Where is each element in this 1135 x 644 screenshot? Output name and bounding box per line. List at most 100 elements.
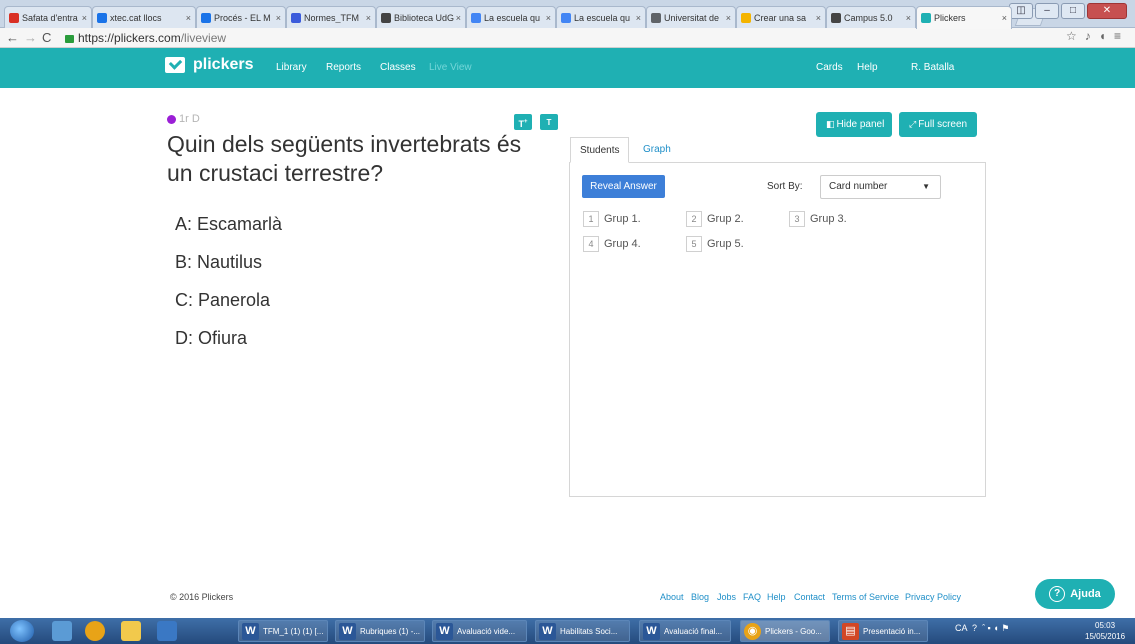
footer-link-terms[interactable]: Terms of Service [832, 592, 899, 602]
student-name: Grup 2. [707, 213, 744, 225]
brand-logo[interactable]: plickers [165, 56, 253, 74]
footer-link-contact[interactable]: Contact [794, 592, 825, 602]
answer-c: C: Panerola [175, 290, 271, 310]
taskbar-window[interactable]: ▤ Presentació in... [838, 620, 928, 642]
footer-link-jobs[interactable]: Jobs [717, 592, 736, 602]
back-arrow-icon[interactable]: ← [6, 29, 19, 47]
browser-tab[interactable]: La escuela qu × [556, 6, 646, 28]
close-icon[interactable]: × [636, 13, 641, 23]
page-icon [651, 12, 661, 23]
taskbar-window[interactable]: W Avaluació final... [639, 620, 731, 642]
browser-tab[interactable]: Procés - EL M × [196, 6, 286, 28]
browser-tab[interactable]: xtec.cat llocs × [92, 6, 196, 28]
browser-tab-active[interactable]: Plickers × [916, 6, 1012, 29]
maximize-button[interactable]: □ [1061, 3, 1085, 19]
start-button[interactable] [10, 620, 34, 642]
answer-b: B: Nautilus [175, 252, 263, 272]
sort-select[interactable]: Card number ▼ [820, 175, 941, 199]
address-bar[interactable]: https://plickers.com/liveview [65, 30, 1065, 46]
students-panel: Reveal Answer Sort By: Card number ▼ 1 Gr… [569, 162, 986, 497]
taskbar-window[interactable]: ◉ Plickers - Goo... [740, 620, 830, 642]
nav-user-menu[interactable]: R. Batalla [911, 62, 954, 73]
tab-graph[interactable]: Graph [634, 137, 680, 163]
explorer-icon[interactable] [52, 621, 72, 641]
browser-tab[interactable]: Normes_TFM × [286, 6, 376, 28]
tray-icons[interactable]: ˆ ▪ ◖ ⚑ [980, 623, 1009, 633]
close-icon[interactable]: × [186, 13, 191, 23]
taskbar-window[interactable]: W Avaluació vide... [432, 620, 527, 642]
expand-icon: ⤢ [909, 119, 917, 129]
close-icon[interactable]: × [816, 13, 821, 23]
browser-tab[interactable]: Campus 5.0 × [826, 6, 916, 28]
close-icon[interactable]: × [276, 13, 281, 23]
hide-panel-button[interactable]: ◧ Hide panel [816, 112, 892, 137]
hide-panel-label: Hide panel [836, 119, 885, 130]
window-controls: ◫ – □ ✕ [1009, 3, 1127, 19]
nav-cards[interactable]: Cards [816, 62, 843, 73]
forward-arrow-icon[interactable]: → [24, 29, 37, 47]
nav-help[interactable]: Help [857, 62, 878, 73]
browser-tab[interactable]: Safata d'entra × [4, 6, 92, 28]
card-number: 4 [583, 236, 599, 252]
help-widget-button[interactable]: ? Ajuda [1035, 579, 1115, 609]
close-icon[interactable]: × [456, 13, 461, 23]
clock[interactable]: 05:03 15/05/2016 [1085, 620, 1125, 642]
close-icon[interactable]: × [726, 13, 731, 23]
footer-link-blog[interactable]: Blog [691, 592, 709, 602]
media-player-icon[interactable] [157, 621, 177, 641]
windows-icon [741, 12, 751, 23]
word-icon: W [539, 622, 556, 640]
close-icon[interactable]: × [366, 13, 371, 23]
nav-library[interactable]: Library [276, 62, 307, 73]
student-card[interactable]: 1 Grup 1. [583, 211, 641, 227]
student-card[interactable]: 5 Grup 5. [686, 236, 744, 252]
browser-tab[interactable]: Crear una sa × [736, 6, 826, 28]
reload-icon[interactable]: C [42, 29, 51, 47]
help-icon[interactable]: ? [970, 623, 977, 633]
student-name: Grup 3. [810, 213, 847, 225]
footer-link-faq[interactable]: FAQ [743, 592, 761, 602]
nav-reports[interactable]: Reports [326, 62, 361, 73]
dropbox-icon [291, 12, 301, 23]
card-number: 2 [686, 211, 702, 227]
taskbar-window-label: Avaluació final... [664, 626, 723, 636]
tab-label: Campus 5.0 [844, 12, 893, 23]
close-icon[interactable]: × [1002, 13, 1007, 23]
nav-live-view[interactable]: Live View [429, 62, 472, 73]
card-number: 5 [686, 236, 702, 252]
taskbar-window[interactable]: W TFM_1 (1) (1) [... [238, 620, 328, 642]
full-screen-button[interactable]: ⤢ Full screen [899, 112, 977, 137]
decrease-text-size-button[interactable]: T [540, 114, 558, 130]
minimize-button[interactable]: – [1035, 3, 1059, 19]
page-icon [201, 12, 211, 23]
folder-icon[interactable] [121, 621, 141, 641]
user-icon[interactable]: ◫ [1009, 3, 1033, 19]
close-icon[interactable]: × [546, 13, 551, 23]
tab-students[interactable]: Students [570, 137, 630, 163]
taskbar-window[interactable]: W Habilitats Soci... [535, 620, 630, 642]
increase-text-size-button[interactable]: T+ [514, 114, 532, 130]
student-card[interactable]: 3 Grup 3. [789, 211, 847, 227]
student-card[interactable]: 4 Grup 4. [583, 236, 641, 252]
taskbar-window[interactable]: W Rubriques (1) -... [335, 620, 425, 642]
copyright: © 2016 Plickers [170, 592, 234, 602]
student-card[interactable]: 2 Grup 2. [686, 211, 744, 227]
toolbar-icons[interactable]: ☆♪◖≡ [1066, 29, 1129, 43]
language-indicator[interactable]: CA [955, 623, 967, 633]
browser-tab[interactable]: Biblioteca UdG × [376, 6, 466, 28]
student-name: Grup 1. [604, 213, 641, 225]
close-icon[interactable]: × [906, 13, 911, 23]
reveal-answer-button[interactable]: Reveal Answer [582, 175, 665, 198]
browser-tab[interactable]: Universitat de × [646, 6, 736, 28]
tab-label: La escuela qu [484, 12, 541, 23]
url-host: https://plickers.com [78, 31, 181, 45]
window-close-button[interactable]: ✕ [1087, 3, 1127, 19]
chrome-icon[interactable] [85, 621, 105, 641]
tab-label: xtec.cat llocs [110, 12, 162, 23]
footer-link-privacy[interactable]: Privacy Policy [905, 592, 961, 602]
close-icon[interactable]: × [82, 13, 87, 23]
nav-classes[interactable]: Classes [380, 62, 416, 73]
footer-link-help[interactable]: Help [767, 592, 786, 602]
browser-tab[interactable]: La escuela qu × [466, 6, 556, 28]
footer-link-about[interactable]: About [660, 592, 684, 602]
